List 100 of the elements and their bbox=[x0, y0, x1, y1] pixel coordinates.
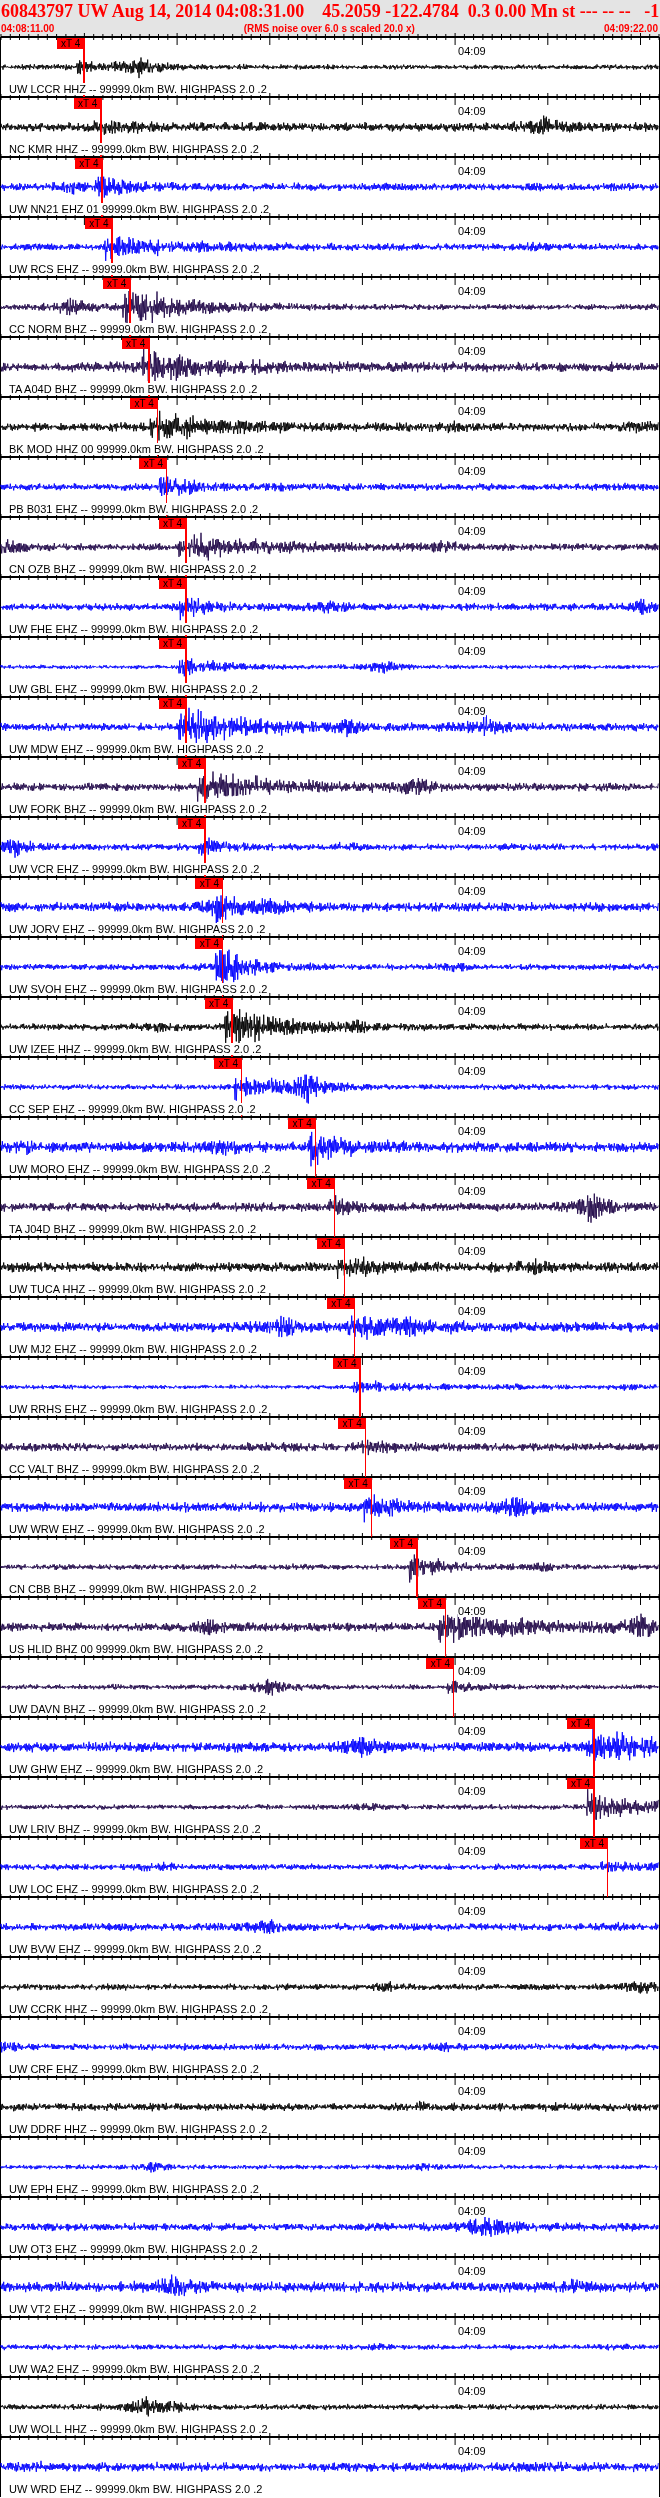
pick-flag: xT 4 bbox=[418, 1598, 447, 1609]
channel-label: UW GBL EHZ -- 99999.0km BW. HIGHPASS 2.0 .2 bbox=[9, 683, 258, 695]
pick-flag: xT 4 bbox=[56, 38, 85, 49]
time-label: 04:09 bbox=[458, 525, 486, 537]
pick-flag: xT 4 bbox=[158, 518, 187, 529]
time-label: 04:09 bbox=[458, 2445, 486, 2457]
time-label: 04:09 bbox=[458, 1545, 486, 1557]
channel-label: CC NORM BHZ -- 99999.0km BW. HIGHPASS 2.0 .2 bbox=[9, 323, 268, 335]
channel-label: UW VCR EHZ -- 99999.0km BW. HIGHPASS 2.0 .2 bbox=[9, 863, 260, 875]
time-label: 04:09 bbox=[458, 1365, 486, 1377]
pick-flag: xT 4 bbox=[102, 278, 131, 289]
pick-flag: xT 4 bbox=[177, 818, 206, 829]
channel-label: UW FHE EHZ -- 99999.0km BW. HIGHPASS 2.0 .2 bbox=[9, 623, 259, 635]
channel-label: UW SVOH EHZ -- 99999.0km BW. HIGHPASS 2.0 .2 bbox=[9, 983, 268, 995]
time-label: 04:09 bbox=[458, 1485, 486, 1497]
pick-flag: xT 4 bbox=[317, 1238, 346, 1249]
time-label: 04:09 bbox=[458, 1725, 486, 1737]
channel-label: UW CCRK HHZ -- 99999.0km BW. HIGHPASS 2.0 .2 bbox=[9, 2003, 268, 2015]
channel-label: CC VALT BHZ -- 99999.0km BW. HIGHPASS 2.0 .2 bbox=[9, 1463, 260, 1475]
channel-label: CN CBB BHZ -- 99999.0km BW. HIGHPASS 2.0 .2 bbox=[9, 1583, 257, 1595]
time-label: 04:09 bbox=[458, 1005, 486, 1017]
pick-flag: xT 4 bbox=[288, 1118, 317, 1129]
pick-flag: xT 4 bbox=[158, 578, 187, 589]
time-label: 04:09 bbox=[458, 645, 486, 657]
time-label: 04:09 bbox=[458, 1905, 486, 1917]
event-title: 60843797 UW Aug 14, 2014 04:08:31.00 45.2059 -122.4784 0.3 0.00 Mn st --- -- -- -1 bbox=[0, 0, 660, 22]
channel-label: UW BVW EHZ -- 99999.0km BW. HIGHPASS 2.0 .2 bbox=[9, 1943, 262, 1955]
channel-label: UW VT2 EHZ -- 99999.0km BW. HIGHPASS 2.0 .2 bbox=[9, 2303, 257, 2315]
channel-label: UW MJ2 EHZ -- 99999.0km BW. HIGHPASS 2.0 .2 bbox=[9, 1343, 257, 1355]
time-label: 04:09 bbox=[458, 2205, 486, 2217]
pick-flag: xT 4 bbox=[177, 758, 206, 769]
channel-label: US HLID BHZ 00 99999.0km BW. HIGHPASS 2.0 .2 bbox=[9, 1643, 264, 1655]
pick-flag: xT 4 bbox=[344, 1478, 373, 1489]
time-label: 04:09 bbox=[458, 45, 486, 57]
start-time: 04:08:11.00 bbox=[1, 22, 55, 35]
pick-flag: xT 4 bbox=[195, 878, 224, 889]
time-label: 04:09 bbox=[458, 2085, 486, 2097]
channel-label: PB B031 EHZ -- 99999.0km BW. HIGHPASS 2.0 .2 bbox=[9, 503, 259, 515]
pick-flag: xT 4 bbox=[307, 1178, 336, 1189]
pick-flag: xT 4 bbox=[580, 1838, 609, 1849]
time-label: 04:09 bbox=[458, 105, 486, 117]
channel-label: UW CRF EHZ -- 99999.0km BW. HIGHPASS 2.0 .2 bbox=[9, 2063, 259, 2075]
time-label: 04:09 bbox=[458, 1605, 486, 1617]
channel-label: TA A04D BHZ -- 99999.0km BW. HIGHPASS 2.0 .2 bbox=[9, 383, 258, 395]
channel-label: UW DAVN BHZ -- 99999.0km BW. HIGHPASS 2.0 .2 bbox=[9, 1703, 266, 1715]
time-label: 04:09 bbox=[458, 285, 486, 297]
channel-label: UW DDRF HHZ -- 99999.0km BW. HIGHPASS 2.0 .2 bbox=[9, 2123, 268, 2135]
time-label: 04:09 bbox=[458, 1305, 486, 1317]
channel-label: UW WA2 EHZ -- 99999.0km BW. HIGHPASS 2.0 .2 bbox=[9, 2363, 260, 2375]
time-label: 04:09 bbox=[458, 165, 486, 177]
time-label: 04:09 bbox=[458, 1125, 486, 1137]
time-label: 04:09 bbox=[458, 705, 486, 717]
time-label: 04:09 bbox=[458, 2325, 486, 2337]
pick-flag: xT 4 bbox=[389, 1538, 418, 1549]
channel-label: UW RCS EHZ -- 99999.0km BW. HIGHPASS 2.0 .2 bbox=[9, 263, 260, 275]
channel-label: UW JORV EHZ -- 99999.0km BW. HIGHPASS 2.0 .2 bbox=[9, 923, 266, 935]
channel-label: UW WRD EHZ -- 99999.0km BW. HIGHPASS 2.0 .2 bbox=[9, 2483, 263, 2495]
pick-flag: xT 4 bbox=[195, 938, 224, 949]
time-label: 04:09 bbox=[458, 2385, 486, 2397]
time-label: 04:09 bbox=[458, 945, 486, 957]
channel-label: UW FORK BHZ -- 99999.0km BW. HIGHPASS 2.0 .2 bbox=[9, 803, 267, 815]
channel-label: BK MOD HHZ 00 99999.0km BW. HIGHPASS 2.0 .2 bbox=[9, 443, 264, 455]
time-label: 04:09 bbox=[458, 2025, 486, 2037]
channel-label: NC KMR HHZ -- 99999.0km BW. HIGHPASS 2.0 .2 bbox=[9, 143, 259, 155]
scale-note: (RMS noise over 6.0 s scaled 20.0 x) bbox=[243, 22, 415, 35]
pick-flag: xT 4 bbox=[158, 638, 187, 649]
time-label: 04:09 bbox=[458, 585, 486, 597]
time-label: 04:09 bbox=[458, 2265, 486, 2277]
pick-flag: xT 4 bbox=[84, 218, 113, 229]
pick-flag: xT 4 bbox=[73, 98, 102, 109]
channel-label: UW RRHS EHZ -- 99999.0km BW. HIGHPASS 2.0 .2 bbox=[9, 1403, 268, 1415]
time-label: 04:09 bbox=[458, 1965, 486, 1977]
channel-label: UW LOC EHZ -- 99999.0km BW. HIGHPASS 2.0 .2 bbox=[9, 1883, 259, 1895]
channel-label: UW WOLL HHZ -- 99999.0km BW. HIGHPASS 2.0 .2 bbox=[9, 2423, 268, 2435]
channel-label: CC SEP EHZ -- 99999.0km BW. HIGHPASS 2.0 .2 bbox=[9, 1103, 256, 1115]
channel-label: UW MORO EHZ -- 99999.0km BW. HIGHPASS 2.0 .2 bbox=[9, 1163, 271, 1175]
time-label: 04:09 bbox=[458, 345, 486, 357]
pick-flag: xT 4 bbox=[338, 1418, 367, 1429]
channel-label: UW OT3 EHZ -- 99999.0km BW. HIGHPASS 2.0 .2 bbox=[9, 2243, 258, 2255]
time-label: 04:09 bbox=[458, 765, 486, 777]
pick-flag: xT 4 bbox=[426, 1658, 455, 1669]
end-time: 04:09:22.00 bbox=[604, 22, 658, 35]
channel-label: UW IZEE HHZ -- 99999.0km BW. HIGHPASS 2.0 .2 bbox=[9, 1043, 262, 1055]
time-label: 04:09 bbox=[458, 1185, 486, 1197]
channel-label: UW LRIV BHZ -- 99999.0km BW. HIGHPASS 2.0 .2 bbox=[9, 1823, 261, 1835]
pick-flag: xT 4 bbox=[121, 338, 150, 349]
pick-flag: xT 4 bbox=[566, 1778, 595, 1789]
time-label: 04:09 bbox=[458, 825, 486, 837]
pick-flag: xT 4 bbox=[75, 158, 103, 169]
channel-label: UW WRW EHZ -- 99999.0km BW. HIGHPASS 2.0 .2 bbox=[9, 1523, 265, 1535]
channel-label: UW EPH EHZ -- 99999.0km BW. HIGHPASS 2.0 .2 bbox=[9, 2183, 259, 2195]
pick-flag: xT 4 bbox=[332, 1358, 361, 1369]
channel-label: UW NN21 EHZ 01 99999.0km BW. HIGHPASS 2.0 .2 bbox=[9, 203, 270, 215]
time-label: 04:09 bbox=[458, 1845, 486, 1857]
time-label: 04:09 bbox=[458, 1785, 486, 1797]
pick-flag: xT 4 bbox=[566, 1718, 595, 1729]
pick-flag: xT 4 bbox=[327, 1298, 355, 1309]
time-label: 04:09 bbox=[458, 405, 486, 417]
channel-label: UW LCCR HHZ -- 99999.0km BW. HIGHPASS 2.0 .2 bbox=[9, 83, 267, 95]
pick-flag: xT 4 bbox=[130, 398, 159, 409]
